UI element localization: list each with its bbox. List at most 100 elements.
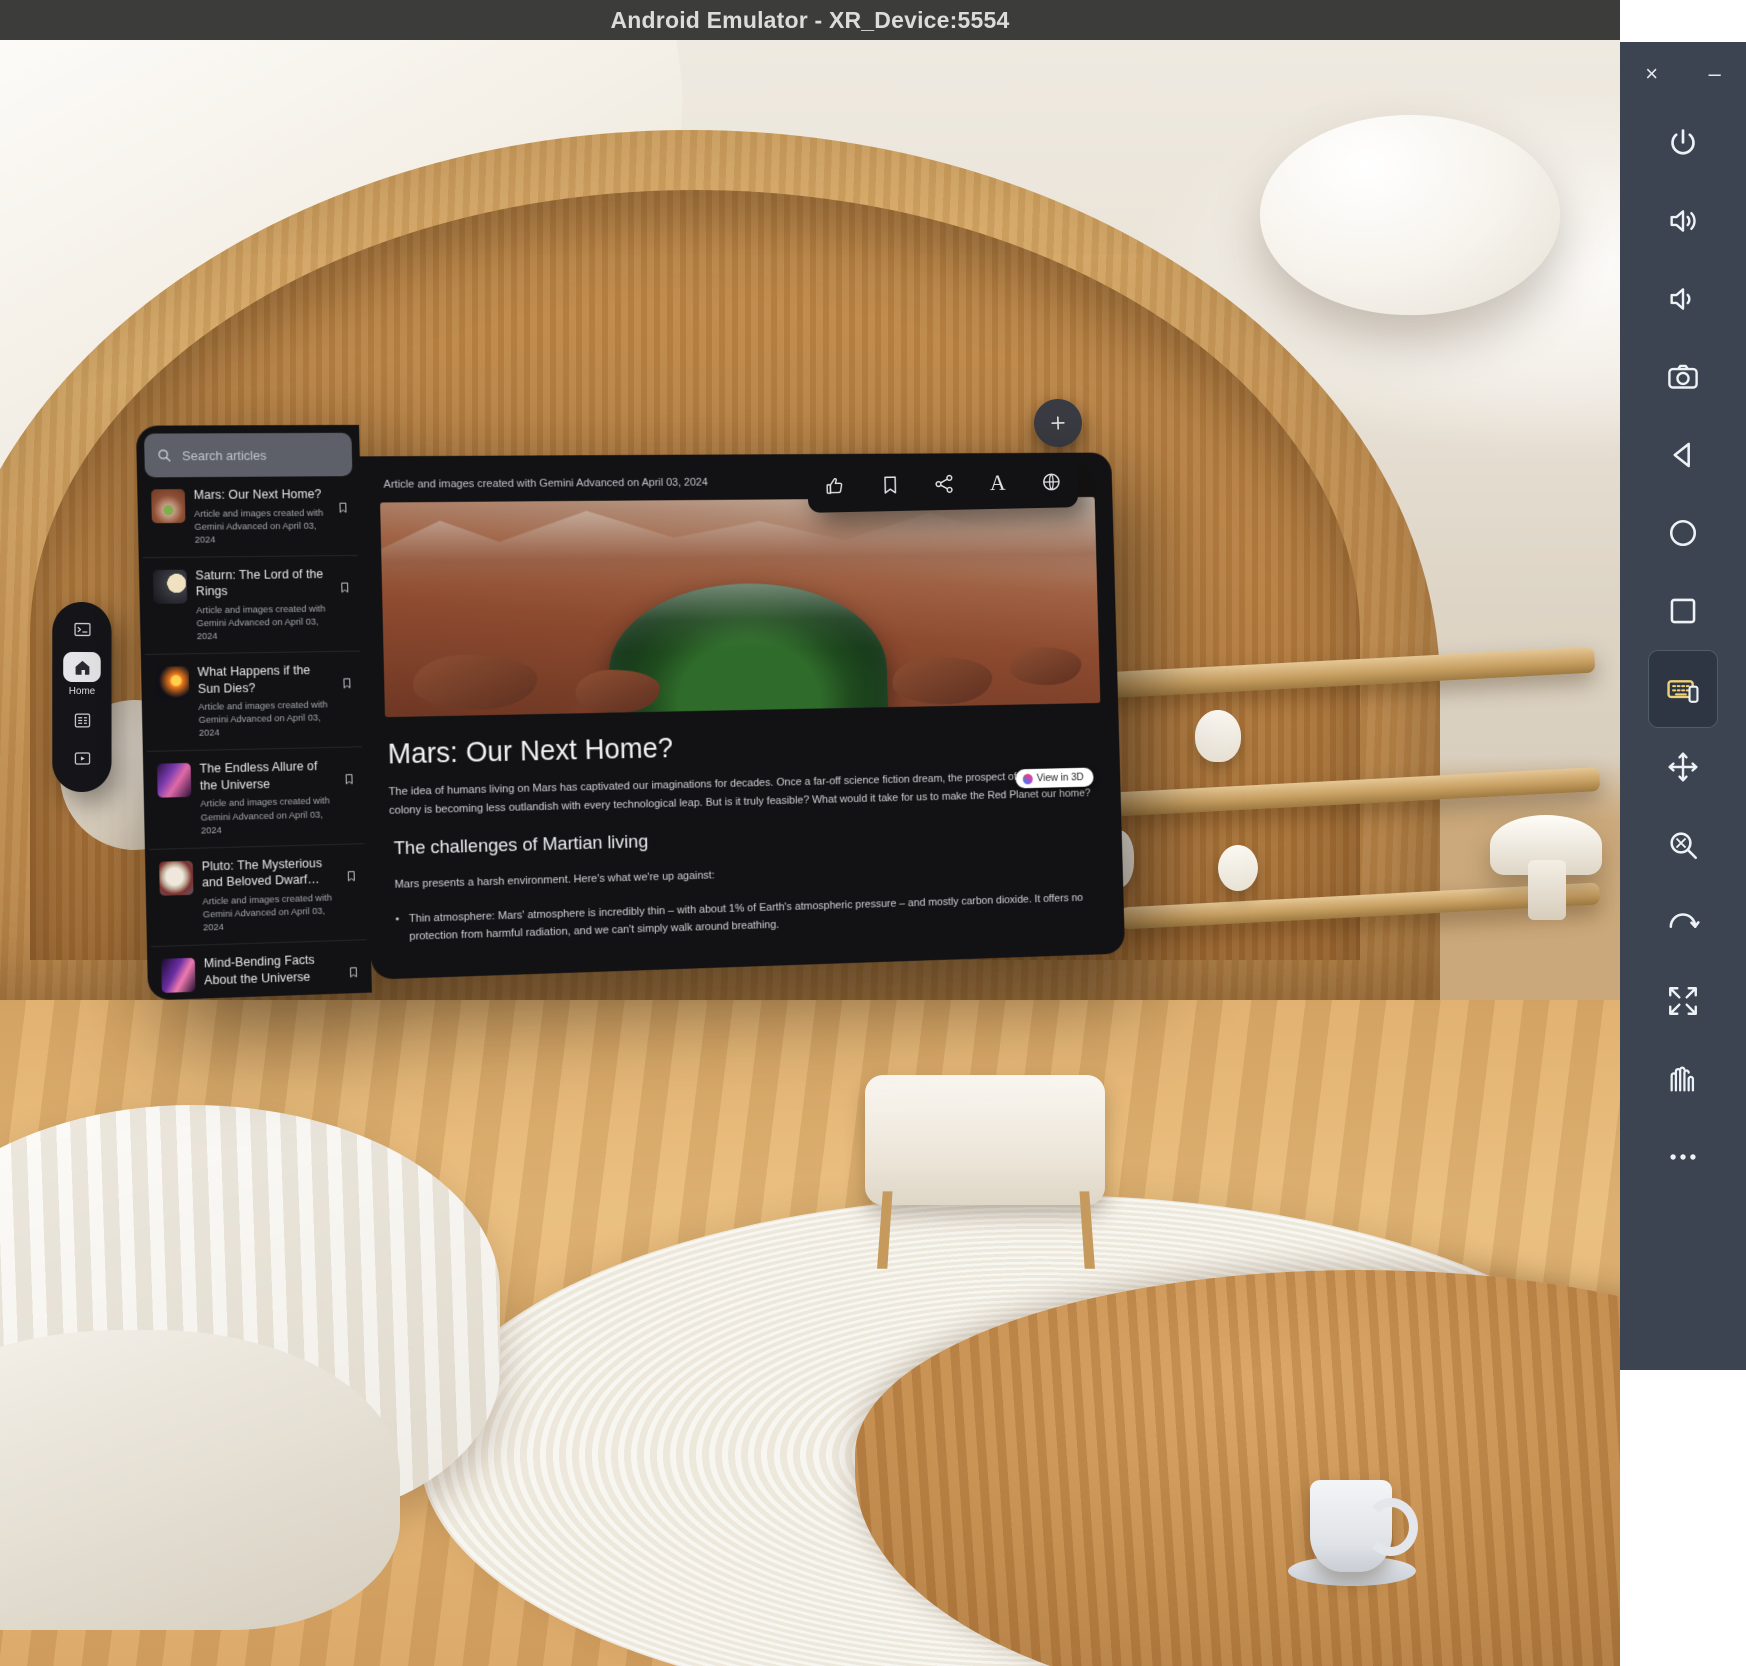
list-item[interactable]: Pluto: The Mysterious and Beloved Dwarf……: [149, 844, 367, 947]
overview-square-icon: [1666, 594, 1700, 628]
dock-item-home[interactable]: [63, 652, 101, 682]
list-item-title: Mind-Bending Facts About the Universe: [204, 951, 339, 988]
toolbar-item-more[interactable]: [1648, 1118, 1718, 1196]
more-icon: [1666, 1140, 1700, 1174]
side-stool-leg: [1528, 860, 1566, 920]
sun-thumb: [155, 666, 189, 701]
home-icon: [73, 657, 92, 676]
list-item[interactable]: Mars: Our Next Home? Article and images …: [141, 476, 358, 558]
bookmark-icon[interactable]: [343, 772, 356, 788]
gemini-sparkle-icon: [1022, 773, 1032, 784]
article-bullets: Thin atmosphere: Mars' atmosphere is inc…: [395, 888, 1106, 946]
search-icon: [156, 447, 172, 463]
list-item[interactable]: Saturn: The Lord of the Rings Article an…: [143, 556, 361, 655]
search-input[interactable]: [182, 447, 354, 463]
list-item-subtitle: Article and images created with Gemini A…: [200, 795, 335, 837]
keyboard-icon: [1666, 672, 1700, 706]
bookmark-icon[interactable]: [338, 579, 351, 595]
list-item-title: What Happens if the Sun Dies?: [197, 662, 332, 697]
list-item-subtitle: Article and images created with Gemini A…: [198, 699, 333, 741]
window-controls[interactable]: × –: [1620, 46, 1746, 102]
bookmark-icon[interactable]: [337, 500, 350, 516]
saturn-thumb: [153, 569, 187, 603]
vase-two: [1218, 845, 1258, 891]
article-list-panel[interactable]: Mars: Our Next Home? Article and images …: [136, 425, 372, 1001]
toolbar-item-rotate[interactable]: [1648, 884, 1718, 962]
volume-up-icon: [1666, 204, 1700, 238]
search-bar[interactable]: [144, 433, 352, 478]
ottoman-legs: [877, 1191, 1095, 1268]
toolbar-item-overview[interactable]: [1648, 572, 1718, 650]
zoom-icon: [1666, 828, 1700, 862]
dock-item-terminal[interactable]: [63, 614, 101, 644]
toolbar-item-resize[interactable]: [1648, 962, 1718, 1040]
toolbar-item-home[interactable]: [1648, 494, 1718, 572]
toolbar-item-volume-up[interactable]: [1648, 182, 1718, 260]
bookmark-icon[interactable]: [340, 675, 353, 691]
universe-thumb: [157, 763, 191, 798]
toolbar-item-hand-tracking[interactable]: [1648, 1040, 1718, 1118]
home-circle-icon: [1666, 516, 1700, 550]
toolbar-item-position[interactable]: [1648, 728, 1718, 806]
window-titlebar: Android Emulator - XR_Device:5554: [0, 0, 1620, 40]
hero-mountains: [380, 497, 1097, 587]
list-item-subtitle: Article and images created with Gemini A…: [196, 602, 331, 643]
back-icon: [1666, 438, 1700, 472]
list-item[interactable]: The Endless Allure of the Universe Artic…: [147, 748, 365, 850]
coffee-mug: [1310, 1480, 1392, 1572]
mars-thumb: [151, 489, 185, 523]
toolbar-item-power[interactable]: [1648, 104, 1718, 182]
list-item-title: Saturn: The Lord of the Rings: [195, 566, 330, 600]
article-hero-image: [380, 497, 1100, 717]
article-subheading: The challenges of Martian living: [394, 820, 1105, 861]
list-item-title: Mars: Our Next Home?: [194, 486, 328, 503]
facts-thumb: [161, 958, 195, 993]
article-heading: Mars: Our Next Home?: [387, 724, 1101, 772]
bookmark-icon[interactable]: [347, 964, 360, 980]
power-icon: [1666, 126, 1700, 160]
vase-one: [1195, 710, 1241, 762]
window-title: Android Emulator - XR_Device:5554: [611, 7, 1010, 34]
thumb-up-icon[interactable]: [824, 475, 847, 498]
list-icon: [73, 710, 92, 729]
reader-action-toolbar[interactable]: A: [807, 456, 1078, 513]
toolbar-item-keyboard[interactable]: [1648, 650, 1718, 728]
globe-icon[interactable]: [1040, 471, 1062, 493]
close-icon[interactable]: ×: [1645, 63, 1658, 85]
dock-item-media[interactable]: [63, 743, 101, 773]
text-format-icon[interactable]: A: [987, 472, 1009, 494]
article-list[interactable]: Mars: Our Next Home? Article and images …: [137, 476, 372, 1000]
view-in-3d-label: View in 3D: [1037, 772, 1084, 785]
camera-icon: [1666, 360, 1700, 394]
toolbar-item-zoom[interactable]: [1648, 806, 1718, 884]
list-item[interactable]: Mind-Bending Facts About the Universe: [151, 940, 368, 1000]
hero-rock: [892, 656, 993, 706]
toolbar-item-screenshot[interactable]: [1648, 338, 1718, 416]
media-icon: [73, 748, 92, 767]
view-in-3d-button[interactable]: View in 3D: [1015, 768, 1094, 789]
bookmark-icon[interactable]: [879, 474, 901, 497]
emulator-toolbar-items[interactable]: [1620, 104, 1746, 1196]
article-reader-panel[interactable]: Article and images created with Gemini A…: [360, 453, 1125, 980]
article-bullet: Thin atmosphere: Mars' atmosphere is inc…: [395, 888, 1106, 946]
pluto-thumb: [159, 861, 193, 896]
minimize-icon[interactable]: –: [1709, 63, 1721, 85]
list-item[interactable]: What Happens if the Sun Dies? Article an…: [145, 652, 363, 753]
dock-item-list[interactable]: [63, 705, 101, 735]
bookmark-icon[interactable]: [345, 868, 358, 884]
share-icon[interactable]: [933, 473, 955, 495]
collapse-icon: [1666, 984, 1700, 1018]
app-dock[interactable]: Home: [52, 602, 111, 793]
toolbar-item-back[interactable]: [1648, 416, 1718, 494]
rotate-icon: [1666, 906, 1700, 940]
article-lead-in: Mars presents a harsh environment. Here'…: [394, 856, 1105, 895]
device-screen[interactable]: Home: [0, 40, 1620, 1666]
list-item-subtitle: Article and images created with Gemini A…: [202, 891, 337, 934]
emulator-window: Android Emulator - XR_Device:5554: [0, 0, 1746, 1666]
terminal-icon: [73, 619, 92, 638]
volume-down-icon: [1666, 282, 1700, 316]
emulator-side-toolbar[interactable]: × –: [1620, 0, 1746, 1666]
list-item-title: The Endless Allure of the Universe: [199, 758, 334, 794]
list-item-subtitle: [204, 988, 338, 993]
toolbar-item-volume-down[interactable]: [1648, 260, 1718, 338]
